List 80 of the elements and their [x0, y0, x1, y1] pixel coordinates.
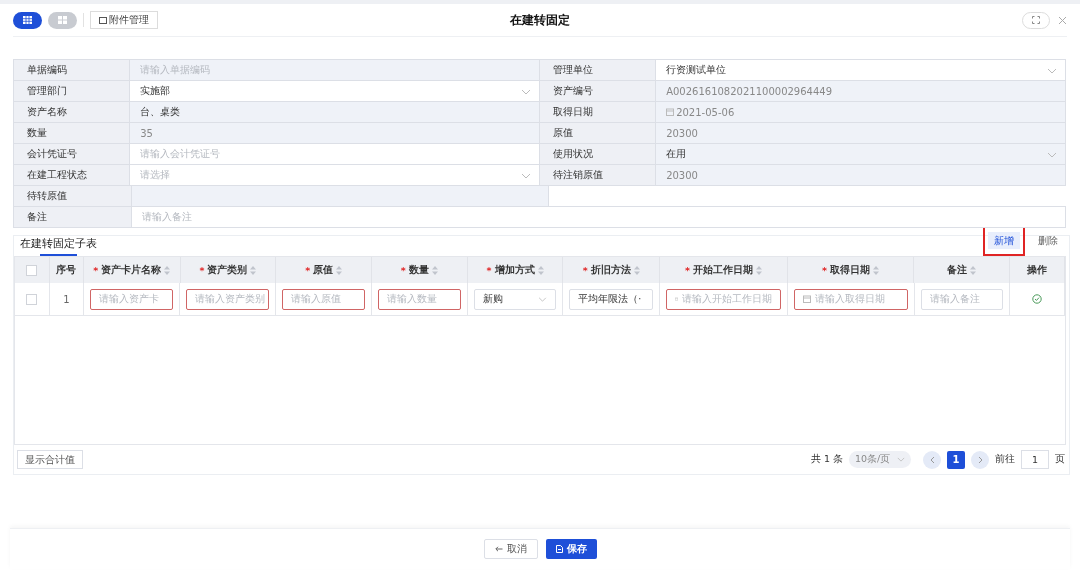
save-button[interactable]: 保存 — [545, 539, 597, 559]
select-field[interactable]: 平均年限法（· — [569, 288, 654, 310]
chevron-right-icon — [977, 455, 983, 464]
chevron-down-icon — [897, 457, 905, 462]
sort-icon — [633, 265, 640, 275]
chevron-down-icon — [538, 296, 548, 302]
sort-icon — [537, 265, 544, 275]
field-label: 管理单位 — [540, 60, 657, 81]
fullscreen-button[interactable] — [1022, 11, 1050, 29]
goto-label: 前往 — [995, 453, 1015, 466]
total-count: 共 1 条 — [810, 453, 843, 466]
field-label: 待转原值 — [14, 186, 132, 207]
column-header[interactable]: * 折旧方法 — [563, 257, 661, 283]
tab[interactable]: 在建转固定子表 — [14, 237, 103, 256]
view-toggle-button[interactable] — [13, 11, 42, 29]
field-label: 管理部门 — [14, 81, 131, 102]
chevron-down-icon — [521, 173, 531, 179]
column-header[interactable]: * 资产卡片名称 — [83, 257, 181, 283]
chevron-down-icon — [521, 89, 531, 95]
summary-button[interactable]: 显示合计值 — [17, 450, 83, 469]
sort-icon — [755, 265, 762, 275]
field-label: 会计凭证号 — [14, 144, 131, 165]
view-toggle-button[interactable] — [48, 11, 77, 29]
field-label: 数量 — [14, 123, 131, 144]
field-label: 资产编号 — [540, 81, 657, 102]
folder-icon — [99, 16, 107, 24]
select-field[interactable]: 新购 — [473, 288, 557, 310]
sort-icon — [250, 265, 257, 275]
page-suffix: 页 — [1055, 453, 1065, 466]
chevron-left-icon — [929, 455, 935, 464]
field-label: 单据编码 — [14, 60, 131, 81]
action-button[interactable]: 删除 — [1032, 232, 1064, 249]
sort-icon — [431, 265, 438, 275]
cancel-button[interactable]: 取消 — [483, 539, 538, 559]
calendar-icon — [666, 108, 675, 116]
field-label: 原值 — [540, 123, 657, 144]
column-header[interactable]: * 原值 — [276, 257, 372, 283]
field-label: 资产名称 — [14, 102, 131, 123]
window-title: 在建转固定 — [510, 11, 570, 29]
document-icon — [555, 545, 563, 553]
calendar-icon — [803, 295, 812, 303]
column-header[interactable]: * 取得日期 — [787, 257, 915, 283]
column-header[interactable]: * 资产类别 — [180, 257, 277, 283]
grid-icon — [58, 16, 67, 24]
chevron-down-icon — [1047, 68, 1057, 74]
arrow-left-icon — [494, 546, 503, 552]
field-label: 在建工程状态 — [14, 165, 131, 186]
sort-icon — [336, 265, 343, 275]
column-header: 序号 — [49, 257, 84, 283]
column-header: 操作 — [1010, 257, 1065, 283]
close-icon[interactable] — [1058, 15, 1067, 25]
field-label: 待注销原值 — [540, 165, 657, 186]
column-header[interactable]: * 数量 — [371, 257, 468, 283]
check-circle-icon[interactable] — [1032, 294, 1043, 304]
action-button[interactable]: 新增 — [988, 232, 1020, 249]
column-header[interactable]: * 增加方式 — [467, 257, 564, 283]
attachment-button[interactable]: 附件管理 — [90, 11, 158, 29]
input-field[interactable]: 台、桌类 — [130, 102, 540, 123]
field-label: 取得日期 — [540, 102, 657, 123]
previous-page-button[interactable] — [923, 450, 941, 469]
table-cell: 1 — [63, 293, 70, 305]
next-page-button[interactable] — [971, 450, 989, 469]
page-button[interactable]: 1 — [947, 450, 965, 469]
field-label: 备注 — [14, 207, 132, 228]
page-size-select[interactable]: 10条/页 — [849, 451, 911, 468]
column-header[interactable]: * 开始工作日期 — [660, 257, 788, 283]
column-header[interactable]: 备注 — [914, 257, 1011, 283]
field-label: 使用状况 — [540, 144, 657, 165]
fullscreen-icon — [1032, 16, 1040, 24]
chevron-down-icon — [1047, 152, 1057, 158]
select-field[interactable]: 在用 — [656, 144, 1066, 165]
sort-icon — [164, 265, 171, 275]
sort-icon — [873, 265, 880, 275]
checkbox[interactable] — [26, 293, 38, 305]
page-input[interactable]: 1 — [1021, 450, 1049, 469]
select-field[interactable]: 实施部 — [130, 81, 540, 102]
checkbox[interactable] — [26, 264, 38, 276]
sort-icon — [970, 265, 977, 275]
table-icon — [23, 16, 32, 24]
select-field[interactable]: 行资测试单位 — [656, 60, 1066, 81]
